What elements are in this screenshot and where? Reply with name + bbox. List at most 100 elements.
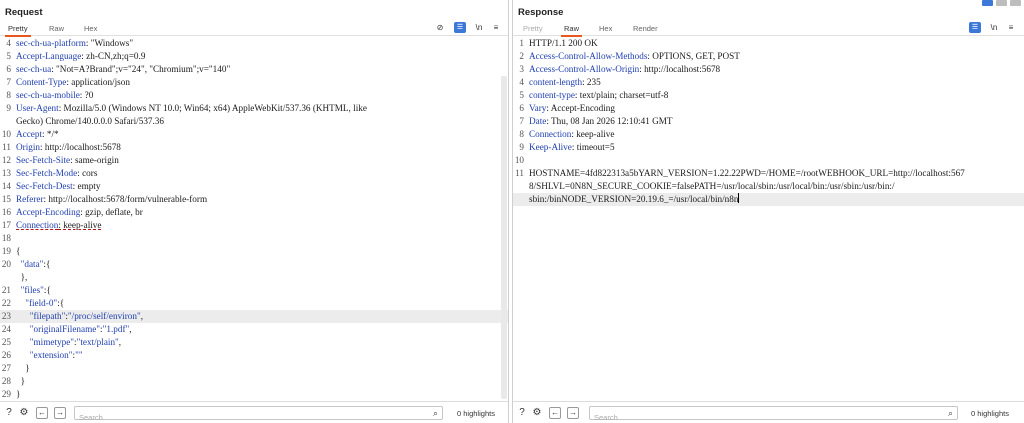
code-token: : "Windows" — [85, 38, 134, 48]
format-toggle-icon[interactable]: ☰ — [454, 22, 466, 33]
settings-gear-icon[interactable]: ⚙ — [531, 407, 543, 419]
request-editor[interactable]: 4 sec-ch-ua-platform: "Windows" 5 Accept-La… — [0, 37, 508, 401]
request-code-line: 20 "data":{ — [0, 258, 508, 271]
line-text: "filepath":"/proc/self/environ", — [16, 310, 498, 323]
request-footer: ? ⚙ ← → ⌕ 0 highlights — [0, 401, 508, 423]
line-number: 10 — [1, 129, 11, 139]
format-toggle-icon[interactable]: ☰ — [969, 22, 981, 33]
line-number: 5 — [519, 90, 524, 100]
line-text: } — [16, 362, 498, 375]
request-code-line: 7 Content-Type: application/json — [0, 76, 508, 89]
request-code-line: 23 "filepath":"/proc/self/environ", — [0, 310, 508, 323]
request-code-line: 13 Sec-Fetch-Mode: cors — [0, 167, 508, 180]
response-code-line: 10 — [513, 154, 1024, 167]
line-number: 29 — [1, 389, 11, 399]
menu-icon[interactable]: ≡ — [490, 22, 502, 33]
search-icon[interactable]: ⌕ — [948, 408, 953, 419]
code-token: Vary — [529, 103, 547, 113]
window-controls — [982, 0, 1022, 6]
code-token: sec-ch-ua-platform — [16, 38, 86, 48]
request-tab-raw[interactable]: Raw — [49, 24, 64, 33]
forward-arrow-icon[interactable]: → — [54, 407, 66, 419]
menu-icon[interactable]: ≡ — [1005, 22, 1017, 33]
line-number: 5 — [6, 51, 11, 61]
code-token: , — [129, 324, 132, 334]
window-control-close-icon[interactable] — [1010, 0, 1021, 6]
line-text: Connection: keep-alive — [16, 219, 498, 232]
line-number: 18 — [1, 233, 11, 243]
code-token: sec-ch-ua — [16, 64, 52, 74]
newline-toggle-button[interactable]: \n — [473, 22, 485, 33]
newline-toggle-button[interactable]: \n — [988, 22, 1000, 33]
code-token: 8/SHLVL=0N8N_SECURE_COOKIE=falsePATH=/us… — [529, 181, 895, 191]
request-code-line: Gecko) Chrome/140.0.0.0 Safari/537.36 — [0, 115, 508, 128]
request-code-line: 28 } — [0, 375, 508, 388]
request-code-line: 17 Connection: keep-alive — [0, 219, 508, 232]
code-token: Sec-Fetch-Mode — [16, 168, 78, 178]
back-arrow-icon[interactable]: ← — [549, 407, 561, 419]
response-code-line: sbin:/binNODE_VERSION=20.19.6_=/usr/loca… — [513, 193, 1024, 206]
line-number: 10 — [514, 155, 524, 165]
line-number: 13 — [1, 168, 11, 178]
response-tab-raw[interactable]: Raw — [560, 24, 583, 37]
search-icon[interactable]: ⌕ — [433, 408, 438, 419]
response-code-line: 7 Date: Thu, 08 Jan 2026 12:10:41 GMT — [513, 115, 1024, 128]
response-editor[interactable]: 1 HTTP/1.1 200 OK 2 Access-Control-Allow-Me… — [513, 37, 1024, 401]
response-footer: ? ⚙ ← → ⌕ 0 highlights — [513, 401, 1024, 423]
settings-gear-icon[interactable]: ⚙ — [18, 407, 30, 419]
line-number: 6 — [6, 64, 11, 74]
line-number: 3 — [519, 64, 524, 74]
line-text: } — [16, 388, 498, 401]
request-code-line: 24 "originalFilename":"1.pdf", — [0, 323, 508, 336]
help-icon[interactable]: ? — [3, 407, 15, 419]
code-token: : Mozilla/5.0 (Windows NT 10.0; Win64; x… — [58, 103, 367, 113]
code-token: : http://localhost:5678 — [639, 64, 721, 74]
hide-eye-icon[interactable]: ⊘ — [434, 22, 446, 33]
back-arrow-icon[interactable]: ← — [36, 407, 48, 419]
response-code-line: 8/SHLVL=0N8N_SECURE_COOKIE=falsePATH=/us… — [513, 180, 1024, 193]
code-token: Content-Type — [16, 77, 67, 87]
code-token: content-type — [529, 90, 575, 100]
line-number: 28 — [1, 376, 11, 386]
request-tab-pretty[interactable]: Pretty — [5, 24, 31, 37]
line-number: 6 — [519, 103, 524, 113]
request-search: ⌕ — [74, 406, 443, 423]
help-icon[interactable]: ? — [516, 407, 528, 419]
line-number: 4 — [6, 38, 11, 48]
window-control-minimize-icon[interactable] — [996, 0, 1007, 6]
response-tab-render[interactable]: Render — [633, 24, 658, 33]
response-search-input[interactable] — [590, 411, 957, 423]
request-code-line: 12 Sec-Fetch-Site: same-origin — [0, 154, 508, 167]
code-token: Sec-Fetch-Site — [16, 155, 71, 165]
request-code-line: 9 User-Agent: Mozilla/5.0 (Windows NT 10.… — [0, 102, 508, 115]
request-code-line: }, — [0, 271, 508, 284]
line-text: Accept-Encoding: gzip, deflate, br — [16, 206, 498, 219]
forward-arrow-icon[interactable]: → — [567, 407, 579, 419]
code-token: : 235 — [582, 77, 601, 87]
request-search-input[interactable] — [75, 411, 442, 423]
code-token: "filepath" — [29, 311, 66, 321]
request-code-line: 16 Accept-Encoding: gzip, deflate, br — [0, 206, 508, 219]
response-highlights-count: 0 highlights — [971, 409, 1009, 418]
code-token: }, — [16, 272, 28, 282]
code-token: : same-origin — [70, 155, 119, 165]
request-code-line: 29} — [0, 388, 508, 401]
request-code-line: 22 "field-0":{ — [0, 297, 508, 310]
response-tab-hex[interactable]: Hex — [599, 24, 612, 33]
code-token: : ?0 — [79, 90, 94, 100]
code-token: HTTP/1.1 200 OK — [529, 38, 598, 48]
code-token: Accept — [16, 129, 43, 139]
code-token: sbin:/binNODE_VERSION=20.19.6_=/usr/loca… — [529, 194, 739, 204]
line-text: "originalFilename":"1.pdf", — [16, 323, 498, 336]
request-scrollbar[interactable] — [501, 76, 507, 399]
window-control-blue-icon[interactable] — [982, 0, 993, 6]
response-tab-pretty[interactable]: Pretty — [523, 24, 543, 33]
line-number: 25 — [1, 337, 11, 347]
line-text: Referer: http://localhost:5678/form/vuln… — [16, 193, 498, 206]
line-text: User-Agent: Mozilla/5.0 (Windows NT 10.0… — [16, 102, 498, 115]
code-token: : cors — [77, 168, 98, 178]
response-code-line: 9 Keep-Alive: timeout=5 — [513, 141, 1024, 154]
request-tab-hex[interactable]: Hex — [84, 24, 97, 33]
